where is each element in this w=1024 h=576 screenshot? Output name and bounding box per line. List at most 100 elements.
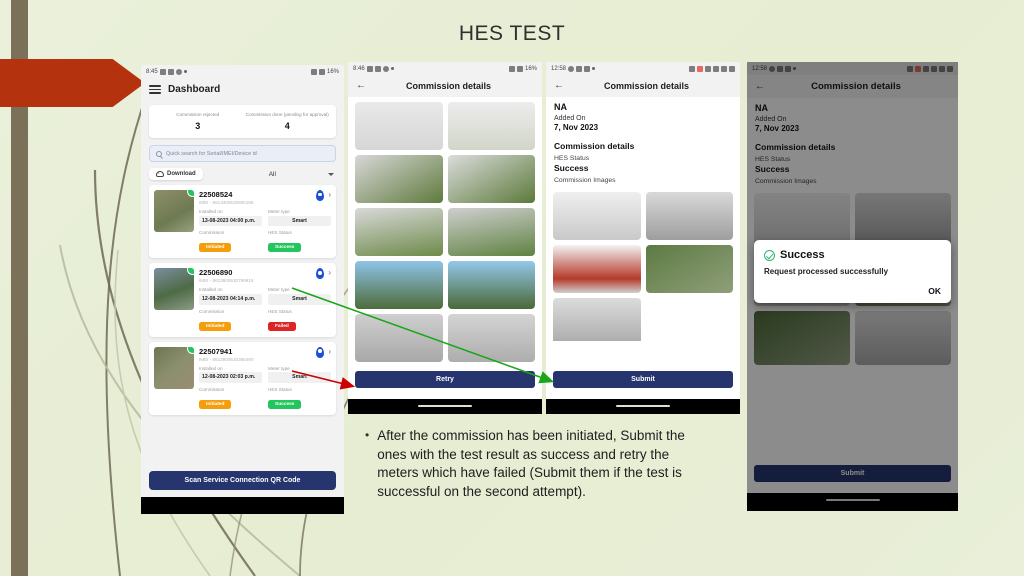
filter-row: Download All <box>149 168 336 181</box>
signal-icon <box>721 65 727 72</box>
back-arrow-icon[interactable]: ← <box>554 81 564 91</box>
signal-icon <box>318 68 325 75</box>
installed-on-label: Installed on <box>199 365 223 371</box>
commission-status-badge: Initiated <box>199 243 232 253</box>
commission-image[interactable] <box>447 155 535 203</box>
installed-on-value: 13-08-2023 04:00 p.m. <box>199 215 262 227</box>
commission-images-label: Commission Images <box>554 177 616 184</box>
kpi-value: 3 <box>195 121 201 132</box>
status-bar: 8:45 16% <box>141 65 344 78</box>
chevron-right-icon[interactable]: › <box>328 347 331 356</box>
submit-button[interactable]: Submit <box>553 371 733 388</box>
status-time: 8:45 <box>146 68 158 75</box>
location-pin-icon[interactable] <box>316 346 325 358</box>
phone-screenshot-dashboard: 8:45 16% Dashboard Commission rejected 3… <box>141 65 344 514</box>
battery-percent: 16% <box>524 65 537 72</box>
phone-screenshot-commission-details-submit: 12:58 ← Commission details NA Added On 7… <box>546 62 740 414</box>
app-bar: ← Commission details <box>546 75 740 97</box>
meter-thumbnail <box>154 346 194 389</box>
back-arrow-icon[interactable]: ← <box>356 81 366 91</box>
wifi-icon <box>713 65 719 72</box>
page-title: HES TEST <box>458 22 566 45</box>
phone-screenshot-commission-images-retry: 8:46 16% ← Commission details Retry <box>348 62 542 414</box>
status-time: 8:46 <box>353 65 365 72</box>
location-pin-icon[interactable] <box>316 190 325 202</box>
commission-image[interactable] <box>645 192 733 240</box>
wifi-icon <box>508 65 515 72</box>
app-icon <box>584 65 591 72</box>
alarm-icon <box>689 65 695 72</box>
status-dot-icon <box>187 268 194 276</box>
app-icon <box>382 65 389 72</box>
commission-image[interactable] <box>447 208 535 256</box>
app-icon <box>576 65 583 72</box>
dialog-message: Request processed successfully <box>764 267 889 276</box>
commission-image[interactable] <box>355 208 443 256</box>
status-dot-icon <box>187 190 194 198</box>
status-time: 12:58 <box>551 65 567 72</box>
hamburger-icon[interactable] <box>149 85 161 94</box>
search-icon <box>156 150 162 157</box>
commission-image[interactable] <box>355 102 443 150</box>
commission-image[interactable] <box>355 314 443 362</box>
search-input[interactable]: Quick search for Serial/IMEI/Device id <box>149 145 336 163</box>
hes-status-label: HES Status <box>554 155 590 162</box>
scan-qr-button[interactable]: Scan Service Connection QR Code <box>149 471 336 490</box>
commission-images-grid <box>546 189 740 341</box>
hes-status-label: HES Status <box>268 386 292 392</box>
more-dot-icon <box>390 67 394 70</box>
commission-image[interactable] <box>355 261 443 309</box>
signal-icon <box>516 65 523 72</box>
commission-image[interactable] <box>355 155 443 203</box>
meter-type-label: Meter type <box>268 365 290 371</box>
commission-detail-pane: NA Added On 7, Nov 2023 Commission detai… <box>546 97 740 189</box>
dialog-ok-button[interactable]: OK <box>764 286 941 296</box>
device-navigation-bar <box>141 497 344 514</box>
installed-on-value: 12-08-2023 02:03 p.m. <box>199 372 262 383</box>
commission-image[interactable] <box>447 261 535 309</box>
hes-status-label: HES Status <box>268 308 292 314</box>
kpi-commission-done[interactable]: Commission done (pending for approval) 4 <box>243 112 333 131</box>
more-dot-icon <box>592 67 596 70</box>
retry-button[interactable]: Retry <box>355 371 535 388</box>
commission-image[interactable] <box>645 245 733 293</box>
installed-on-label: Installed on <box>199 287 223 293</box>
check-circle-icon <box>764 249 775 261</box>
meter-serial: 22508524 <box>199 190 233 200</box>
added-on-value: 7, Nov 2023 <box>554 123 599 132</box>
chevron-right-icon[interactable]: › <box>328 190 331 199</box>
meter-list-item[interactable]: 22508524 IMEI - 8613400528500195 › Insta… <box>149 185 336 259</box>
chevron-right-icon[interactable]: › <box>328 268 331 277</box>
bullet-block: • After the commission has been initiate… <box>365 427 697 502</box>
hes-status-badge-success: Success <box>268 243 302 253</box>
meter-imei: IMEI - 8613800520366490 <box>199 356 254 362</box>
meter-list-item[interactable]: 22507941 IMEI - 8613800520366490 › Insta… <box>149 341 336 415</box>
commission-image[interactable] <box>553 192 641 240</box>
location-pin-icon[interactable] <box>316 268 325 280</box>
cloud-download-icon <box>156 170 164 178</box>
wifi-icon <box>310 68 317 75</box>
status-filter-value: All <box>268 170 276 178</box>
kpi-commission-rejected[interactable]: Commission rejected 3 <box>153 112 243 131</box>
search-placeholder: Quick search for Serial/IMEI/Device id <box>166 150 257 157</box>
commission-image[interactable] <box>447 314 535 362</box>
commission-images-grid <box>348 97 542 362</box>
kpi-label: Commission done (pending for approval) <box>245 112 329 117</box>
hes-status-value: Success <box>554 163 589 173</box>
commission-image[interactable] <box>553 245 641 293</box>
commission-image[interactable] <box>553 298 641 341</box>
status-filter-select[interactable]: All <box>209 171 336 178</box>
download-label: Download <box>167 171 196 178</box>
commission-status-badge: Initiated <box>199 399 232 409</box>
app-icon <box>374 65 381 72</box>
meter-list-item[interactable]: 22506890 IMEI - 8613600630799915 › Insta… <box>149 263 336 337</box>
app-icon <box>568 65 575 72</box>
commission-image[interactable] <box>447 102 535 150</box>
commission-label: Commission <box>199 230 225 236</box>
app-icon <box>366 65 373 72</box>
download-button[interactable]: Download <box>149 168 203 181</box>
notification-icon <box>697 65 703 72</box>
dashboard-title: Dashboard <box>168 84 221 95</box>
meter-serial: 22506890 <box>199 268 233 278</box>
kpi-label: Commission rejected <box>176 112 220 117</box>
